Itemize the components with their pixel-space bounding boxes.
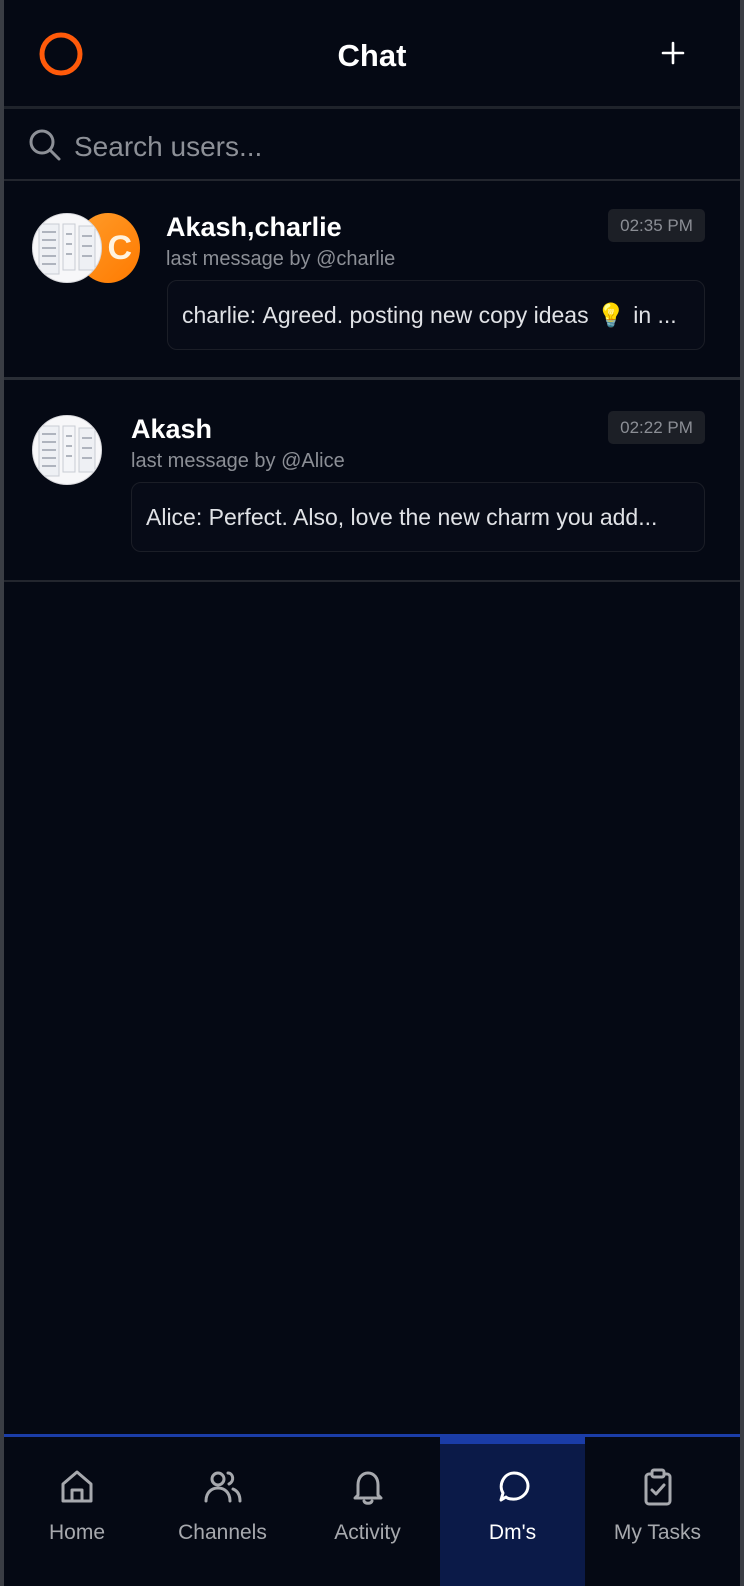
search-icon [29, 129, 61, 161]
preview-tail: in ... [633, 301, 677, 328]
home-icon [61, 1470, 93, 1503]
conversation-name: Akash [131, 414, 213, 444]
app-frame: Chat C Akash,charlie last message by @ch… [4, 0, 740, 1586]
search-input[interactable] [74, 126, 694, 168]
last-message-by: last message by @charlie [166, 248, 396, 270]
users-icon [204, 1471, 241, 1503]
nav-label: Channels [178, 1521, 267, 1544]
preview-author: Alice: [146, 503, 203, 530]
document-thumbnail-icon [38, 425, 96, 477]
nav-label: Home [48, 1521, 106, 1544]
preview-text: Perfect. Also, love the new charm you ad… [208, 503, 658, 530]
bell-icon [353, 1471, 382, 1505]
nav-item-dms[interactable]: Dm's [440, 1437, 585, 1586]
bottom-nav: Home Channels Activity Dm's My Tasks [4, 1434, 740, 1586]
preview-text: Agreed. posting new copy ideas [262, 301, 589, 328]
last-message-by: last message by @Alice [131, 450, 345, 472]
page-title: Chat [337, 38, 407, 73]
plus-icon[interactable] [660, 40, 686, 66]
conversation-item[interactable]: Akash last message by @Alice 02:22 PM Al… [4, 383, 740, 582]
avatar [32, 415, 102, 485]
message-preview: Alice: Perfect. Also, love the new charm… [131, 482, 705, 552]
nav-label: Dm's [488, 1521, 537, 1544]
nav-item-activity[interactable]: Activity [295, 1437, 440, 1586]
message-preview: charlie: Agreed. posting new copy ideas 💡… [167, 280, 705, 350]
nav-label: Activity [334, 1521, 401, 1544]
search-bar [4, 112, 740, 181]
lightbulb-icon: 💡 [596, 301, 626, 328]
nav-label: My Tasks [613, 1521, 702, 1544]
conversation-item[interactable]: C Akash,charlie last message by @charlie… [4, 183, 740, 380]
avatar-letter: C [107, 228, 132, 267]
nav-item-my-tasks[interactable]: My Tasks [585, 1437, 730, 1586]
timestamp-badge: 02:35 PM [608, 209, 705, 242]
nav-item-channels[interactable]: Channels [150, 1437, 295, 1586]
preview-author: charlie: [182, 301, 257, 328]
clipboard-check-icon [644, 1468, 671, 1506]
header: Chat [4, 0, 740, 109]
conversation-name: Akash,charlie [166, 212, 342, 242]
avatar [32, 213, 102, 283]
document-thumbnail-icon [38, 223, 96, 275]
timestamp-badge: 02:22 PM [608, 411, 705, 444]
nav-item-home[interactable]: Home [4, 1437, 150, 1586]
chat-bubble-icon [499, 1471, 529, 1502]
